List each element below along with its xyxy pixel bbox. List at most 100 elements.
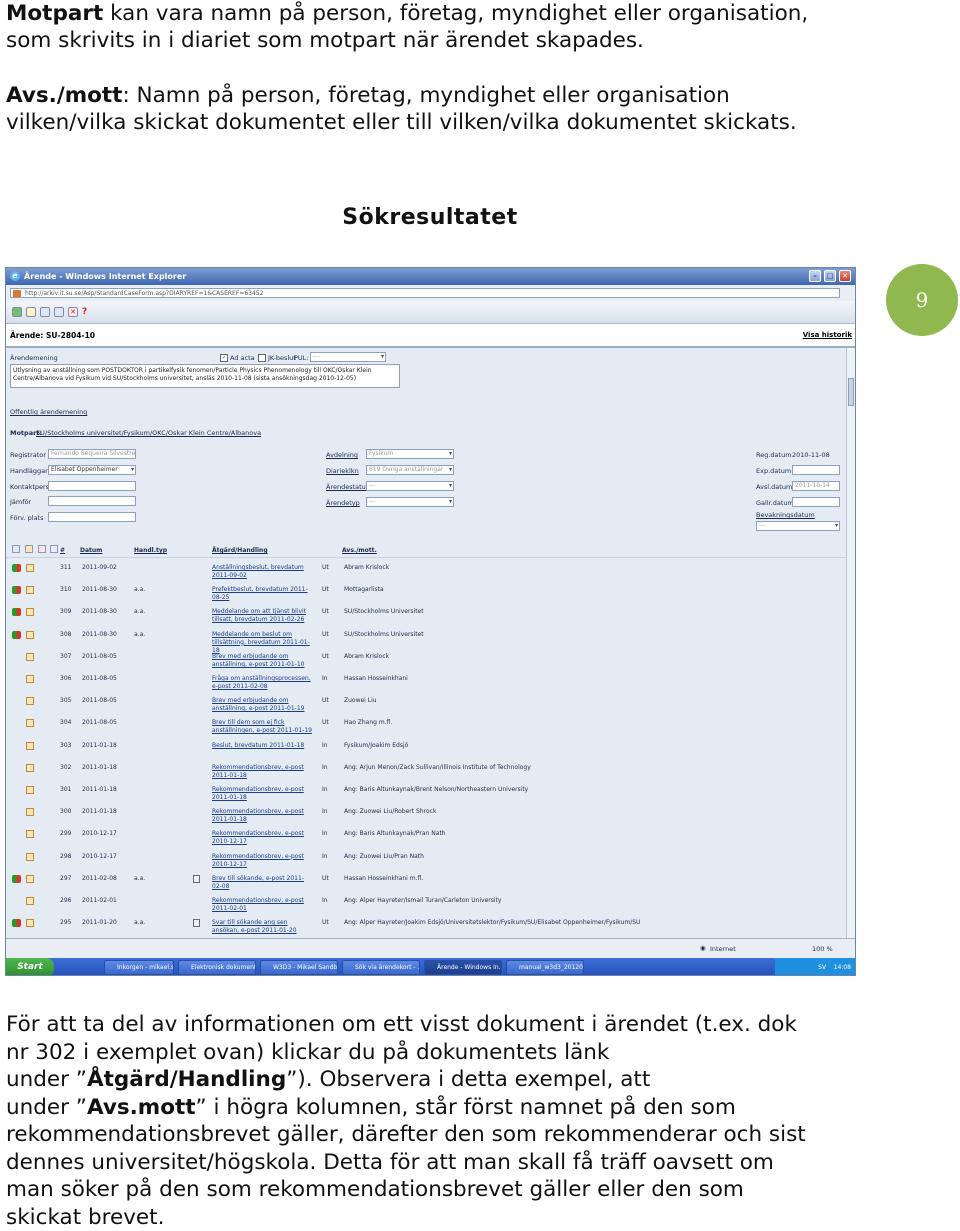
delete-icon[interactable]: ✕: [68, 307, 78, 317]
scrollbar-thumb[interactable]: [848, 378, 854, 406]
grid-print-icon[interactable]: [12, 545, 20, 553]
table-row[interactable]: 309 2011-08-30 a.a. Meddelande om att tjäns…: [6, 605, 848, 627]
avdelning-select[interactable]: Fysikum: [366, 449, 454, 459]
grid-filter-icon[interactable]: [50, 545, 58, 553]
description-field[interactable]: Utlysning av anställning som POSTDOKTOR …: [10, 364, 400, 388]
table-row[interactable]: 298 2010-12-17 Rekommendationsbrev, e-post…: [6, 850, 848, 872]
row-action-link[interactable]: Rekommendationsbrev, e-post 2011-01-18: [212, 764, 312, 780]
document-icon[interactable]: [26, 652, 34, 661]
row-action-link[interactable]: Rekommendationsbrev, e-post 2010-12-17: [212, 830, 312, 846]
zoom-level[interactable]: 100 %: [812, 945, 833, 953]
row-action-link[interactable]: Brev till sökande, e-post 2011-02-08: [212, 875, 312, 891]
task-arende[interactable]: Ärende - Windows In...: [424, 960, 502, 975]
grid-delete-icon[interactable]: [38, 545, 46, 553]
bevakningsdatum-label[interactable]: Bevakningsdatum: [756, 511, 815, 519]
row-action-link[interactable]: Fråga om anställningsprocessen, e-post 2…: [212, 675, 312, 691]
document-icon[interactable]: [26, 852, 34, 861]
vertical-scrollbar[interactable]: [846, 348, 855, 938]
task-w3d3[interactable]: W3D3 - Mikael Sandb...: [260, 960, 338, 975]
table-row[interactable]: 301 2011-01-18 Rekommendationsbrev, e-post…: [6, 783, 848, 805]
table-row[interactable]: 296 2011-02-01 Rekommendationsbrev, e-post…: [6, 894, 848, 916]
minimize-icon[interactable]: –: [809, 270, 821, 282]
row-action-link[interactable]: Brev med erbjudande om anställning, e-po…: [212, 653, 312, 669]
row-action-link[interactable]: Svar till sökande ang sen ansökan, e-pos…: [212, 919, 312, 935]
avsldatum-field[interactable]: 2011-10-14: [792, 481, 840, 491]
table-row[interactable]: 297 2011-02-08 a.a. Brev till sökande, e-po…: [6, 872, 848, 894]
gallrdatum-field[interactable]: [792, 497, 840, 507]
forv-plats-field[interactable]: [48, 512, 136, 522]
table-row[interactable]: 307 2011-08-05 Brev med erbjudande om anst…: [6, 650, 848, 672]
row-action-link[interactable]: Beslut, brevdatum 2011-01-18: [212, 742, 312, 750]
table-row[interactable]: 300 2011-01-18 Rekommendationsbrev, e-post…: [6, 805, 848, 827]
document-icon[interactable]: [26, 564, 34, 572]
document-icon[interactable]: [26, 763, 34, 772]
handlaggare-select[interactable]: Elisabet Oppenheimer: [48, 465, 136, 475]
document-icon[interactable]: [26, 586, 34, 595]
properties-icon[interactable]: [54, 307, 64, 317]
document-icon[interactable]: [26, 630, 34, 639]
row-action-link[interactable]: Brev med erbjudande om anställning, e-po…: [212, 697, 312, 713]
row-action-link[interactable]: Rekommendationsbrev, e-post 2011-02-01: [212, 897, 312, 913]
attachment-icon[interactable]: [193, 874, 200, 883]
col-action[interactable]: Åtgärd/Handling: [212, 547, 268, 554]
row-action-link[interactable]: Rekommendationsbrev, e-post 2011-01-18: [212, 786, 312, 802]
registrator-field[interactable]: Fernando Sequeira Silvestre: [48, 449, 136, 459]
task-inbox[interactable]: Inkorgen - mikael.san...: [104, 960, 174, 975]
diarieklkn-select[interactable]: 619 Övriga anställningar: [366, 465, 454, 475]
col-party[interactable]: Avs./mott.: [342, 547, 377, 554]
document-icon[interactable]: [26, 874, 34, 883]
table-row[interactable]: 303 2011-01-18 Beslut, brevdatum 2011-01-1…: [6, 739, 848, 761]
row-action-link[interactable]: Brev till dem som ej fick anställningen,…: [212, 719, 312, 735]
row-action-link[interactable]: Anställningsbeslut, brevdatum 2011-09-02: [212, 564, 312, 580]
row-action-link[interactable]: Prefektbeslut, brevdatum 2011-08-25: [212, 586, 312, 602]
attachment-icon[interactable]: [193, 919, 200, 928]
grid-new-doc-icon[interactable]: [25, 545, 33, 553]
document-icon[interactable]: [26, 697, 34, 706]
col-type[interactable]: Handl.typ: [134, 547, 167, 554]
table-row[interactable]: 306 2011-08-05 Fråga om anställningsproces…: [6, 672, 848, 694]
row-action-link[interactable]: Rekommendationsbrev, e-post 2010-12-17: [212, 853, 312, 869]
print-icon[interactable]: [40, 307, 50, 317]
arendetyp-select[interactable]: ---: [366, 497, 454, 507]
task-search[interactable]: Sök via ärendekort - ...: [342, 960, 420, 975]
avdelning-label[interactable]: Avdelning: [326, 451, 358, 459]
table-row[interactable]: 308 2011-08-30 a.a. Meddelande om beslut om…: [6, 628, 848, 654]
refresh-icon[interactable]: [12, 307, 22, 317]
table-row[interactable]: 299 2010-12-17 Rekommendationsbrev, e-post…: [6, 827, 848, 849]
diarieklkn-label[interactable]: Diarieklkn: [326, 467, 359, 475]
table-row[interactable]: 305 2011-08-05 Brev med erbjudande om anst…: [6, 694, 848, 716]
document-icon[interactable]: [26, 608, 34, 617]
document-icon[interactable]: [26, 808, 34, 817]
arendestatus-label[interactable]: Ärendestatus: [326, 483, 369, 491]
task-electronic-doc[interactable]: Elektronisk dokument...: [178, 960, 256, 975]
document-icon[interactable]: [26, 786, 34, 794]
table-row[interactable]: 310 2011-08-30 a.a. Prefektbeslut, brevdatu…: [6, 583, 848, 605]
row-action-link[interactable]: Meddelande om att tjänst blivit tillsatt…: [212, 608, 312, 624]
pul-select[interactable]: ---: [310, 352, 386, 362]
show-history-link[interactable]: Visa historik: [803, 331, 852, 339]
jk-beslut-checkbox[interactable]: JK-beslut: [258, 354, 296, 362]
document-icon[interactable]: [26, 719, 34, 728]
arendestatus-select[interactable]: ---: [366, 481, 454, 491]
offentlig-link[interactable]: Offentlig ärendemening: [10, 408, 87, 416]
motpart-link[interactable]: SU/Stockholms universitet/Fysikum/OKC/Os…: [36, 429, 261, 437]
arendetyp-label[interactable]: Ärendetyp: [326, 499, 360, 507]
table-row[interactable]: 302 2011-01-18 Rekommendationsbrev, e-post…: [6, 761, 848, 783]
col-date[interactable]: Datum: [80, 547, 102, 554]
maximize-icon[interactable]: □: [824, 270, 836, 282]
ad-acta-checkbox[interactable]: ✓ Ad acta: [220, 354, 255, 362]
close-icon[interactable]: ✕: [839, 270, 851, 282]
document-icon[interactable]: [26, 919, 34, 928]
table-row[interactable]: 304 2011-08-05 Brev till dem som ej fick a…: [6, 716, 848, 738]
document-icon[interactable]: [26, 741, 34, 750]
address-field[interactable]: http://arkiv.it.su.se/Asp/StandardCaseFo…: [10, 288, 840, 298]
table-row[interactable]: 295 2011-01-20 a.a. Svar till sökande ang s…: [6, 916, 848, 938]
expdatum-field[interactable]: [792, 465, 840, 475]
row-action-link[interactable]: Rekommendationsbrev, e-post 2011-01-18: [212, 808, 312, 824]
col-number[interactable]: #: [60, 547, 65, 554]
bevakningsdatum-select[interactable]: ---: [756, 521, 840, 531]
start-button[interactable]: Start: [6, 958, 54, 975]
jamfor-field[interactable]: [48, 496, 136, 506]
table-row[interactable]: 311 2011-09-02 Anställningsbeslut, brevdat…: [6, 561, 848, 583]
help-icon[interactable]: ?: [82, 307, 92, 317]
